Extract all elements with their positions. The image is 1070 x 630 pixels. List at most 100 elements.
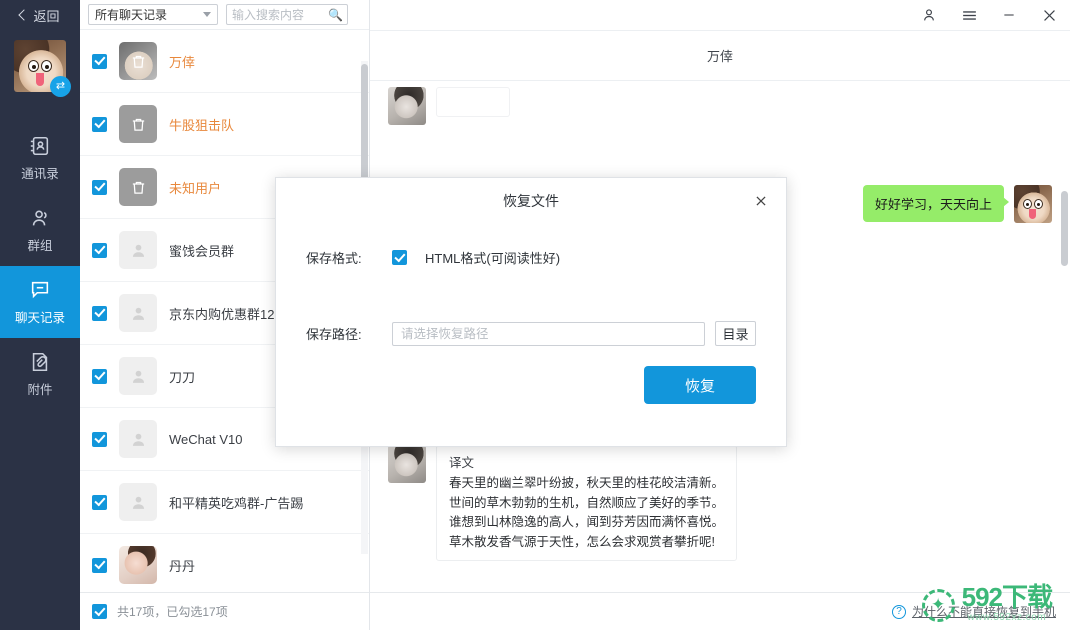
list-item-label: 京东内购优惠群12 <box>169 306 275 322</box>
list-item-label: 未知用户 <box>169 180 222 196</box>
avatar <box>119 483 157 521</box>
avatar <box>119 231 157 269</box>
message-bubble-partial <box>436 87 510 117</box>
message-line: 草木散发香气源于天性，怎么会求观赏者攀折呢! <box>449 534 715 549</box>
sidebar-item-contacts[interactable]: 通讯录 <box>0 122 80 194</box>
chat-title: 万倖 <box>370 30 1070 81</box>
group-icon <box>32 210 47 225</box>
sidebar-item-label: 聊天记录 <box>14 310 65 325</box>
dialog-body: 保存格式: HTML格式(可阅读性好) 保存路径: 目录 <box>276 224 786 346</box>
list-item-label: 蜜饯会员群 <box>169 243 235 259</box>
row-checkbox[interactable] <box>92 305 107 321</box>
chat-footer: ? 为什么不能直接恢复到手机 <box>370 592 1070 630</box>
list-item[interactable]: 牛股狙击队 <box>80 93 369 155</box>
person-icon <box>132 244 144 257</box>
row-checkbox[interactable] <box>92 242 107 258</box>
close-icon[interactable] <box>752 192 770 210</box>
back-button[interactable]: 返回 <box>0 0 80 30</box>
search-icon[interactable]: 🔍 <box>328 9 343 21</box>
restore-file-dialog: 恢复文件 保存格式: HTML格式(可阅读性好) 保存路径: 目录 恢复 <box>275 177 787 447</box>
row-checkbox[interactable] <box>92 179 107 195</box>
close-icon[interactable] <box>1040 6 1058 24</box>
list-item-label: 刀刀 <box>169 369 196 385</box>
avatar <box>119 357 157 395</box>
filter-select[interactable]: 所有聊天记录 <box>88 4 218 25</box>
dialog-header: 恢复文件 <box>276 178 786 224</box>
avatar <box>1014 185 1052 223</box>
person-icon <box>132 496 144 509</box>
window-titlebar <box>370 0 1070 30</box>
chevron-left-icon <box>18 9 31 21</box>
sidebar-item-attachments[interactable]: 附件 <box>0 338 80 410</box>
row-checkbox[interactable] <box>92 494 107 510</box>
person-icon <box>132 307 144 320</box>
avatar <box>119 546 157 584</box>
row-checkbox[interactable] <box>92 116 107 132</box>
left-sidebar: 返回 ⇄ 通讯录 群组 聊天记录 附件 <box>0 0 80 630</box>
sidebar-item-label: 群组 <box>27 238 53 253</box>
chevron-down-icon <box>203 12 211 17</box>
avatar <box>119 294 157 332</box>
save-format-label: 保存格式: <box>306 251 362 266</box>
message-line: 春天里的幽兰翠叶纷披，秋天里的桂花皎洁清新。 <box>449 476 725 491</box>
row-checkbox[interactable] <box>92 368 107 384</box>
list-toolbar: 所有聊天记录 🔍 <box>80 0 369 30</box>
message-line: 世间的草木勃勃的生机，自然顺应了美好的季节。 <box>449 495 725 510</box>
list-item[interactable]: 和平精英吃鸡群-广告踢 <box>80 471 369 533</box>
sidebar-item-chat-records[interactable]: 聊天记录 <box>0 266 80 338</box>
trash-icon <box>132 181 144 194</box>
trash-icon <box>132 55 144 68</box>
person-icon <box>132 370 144 383</box>
list-item-label: 丹丹 <box>169 558 196 574</box>
app-window: 返回 ⇄ 通讯录 群组 聊天记录 附件 所有聊天记录 输入搜索内容 🔍 万倖 牛… <box>0 0 1070 630</box>
chat-message: 译文 春天里的幽兰翠叶纷披，秋天里的桂花皎洁清新。 世间的草木勃勃的生机，自然顺… <box>388 445 1052 561</box>
message-label: 译文 <box>449 456 475 470</box>
trash-icon <box>132 118 144 131</box>
restore-button[interactable]: 恢复 <box>644 366 756 404</box>
directory-button[interactable]: 目录 <box>715 321 756 346</box>
save-path-row: 保存路径: 目录 <box>306 321 756 346</box>
search-box[interactable]: 🔍 <box>226 4 348 25</box>
save-format-row: 保存格式: HTML格式(可阅读性好) <box>306 248 756 267</box>
save-path-input[interactable] <box>392 321 705 346</box>
attachment-icon <box>32 352 48 371</box>
question-mark-icon: ? <box>891 604 906 619</box>
person-icon <box>132 433 144 446</box>
avatar <box>388 87 426 125</box>
chat-records-icon <box>31 281 49 298</box>
chat-message <box>388 87 1052 125</box>
select-all-checkbox[interactable] <box>92 604 107 619</box>
current-user-avatar-wrap: ⇄ <box>14 40 71 97</box>
user-icon[interactable] <box>920 6 938 24</box>
search-input[interactable] <box>232 7 328 22</box>
switch-account-icon[interactable]: ⇄ <box>50 76 71 97</box>
back-button-label: 返回 <box>33 8 60 24</box>
avatar <box>119 105 157 143</box>
filter-select-value: 所有聊天记录 <box>95 8 168 22</box>
dialog-footer: 恢复 <box>276 346 786 404</box>
sidebar-item-groups[interactable]: 群组 <box>0 194 80 266</box>
html-format-label: HTML格式(可阅读性好) <box>425 251 561 266</box>
minimize-icon[interactable] <box>1000 6 1018 24</box>
row-checkbox[interactable] <box>92 431 107 447</box>
menu-icon[interactable] <box>960 6 978 24</box>
sidebar-item-label: 通讯录 <box>21 166 59 181</box>
html-format-checkbox[interactable] <box>392 250 407 265</box>
list-item-label: 牛股狙击队 <box>169 117 235 133</box>
list-item[interactable]: 万倖 <box>80 30 369 92</box>
list-item[interactable]: 丹丹 <box>80 534 369 592</box>
selection-summary: 共17项，已勾选17项 <box>117 605 228 619</box>
message-line: 谁想到山林隐逸的高人，闻到芬芳因而满怀喜悦。 <box>449 515 725 530</box>
list-footer: 共17项，已勾选17项 <box>80 592 369 630</box>
avatar <box>388 445 426 483</box>
row-checkbox[interactable] <box>92 53 107 69</box>
chat-scrollbar-thumb[interactable] <box>1061 191 1068 266</box>
contacts-icon <box>30 136 49 155</box>
list-item-label: WeChat V10 <box>169 431 243 447</box>
list-item-label: 万倖 <box>169 54 196 70</box>
help-link[interactable]: ? 为什么不能直接恢复到手机 <box>891 603 1056 620</box>
sidebar-item-label: 附件 <box>27 382 53 397</box>
avatar <box>119 42 157 80</box>
dialog-title: 恢复文件 <box>503 193 559 209</box>
row-checkbox[interactable] <box>92 557 107 573</box>
